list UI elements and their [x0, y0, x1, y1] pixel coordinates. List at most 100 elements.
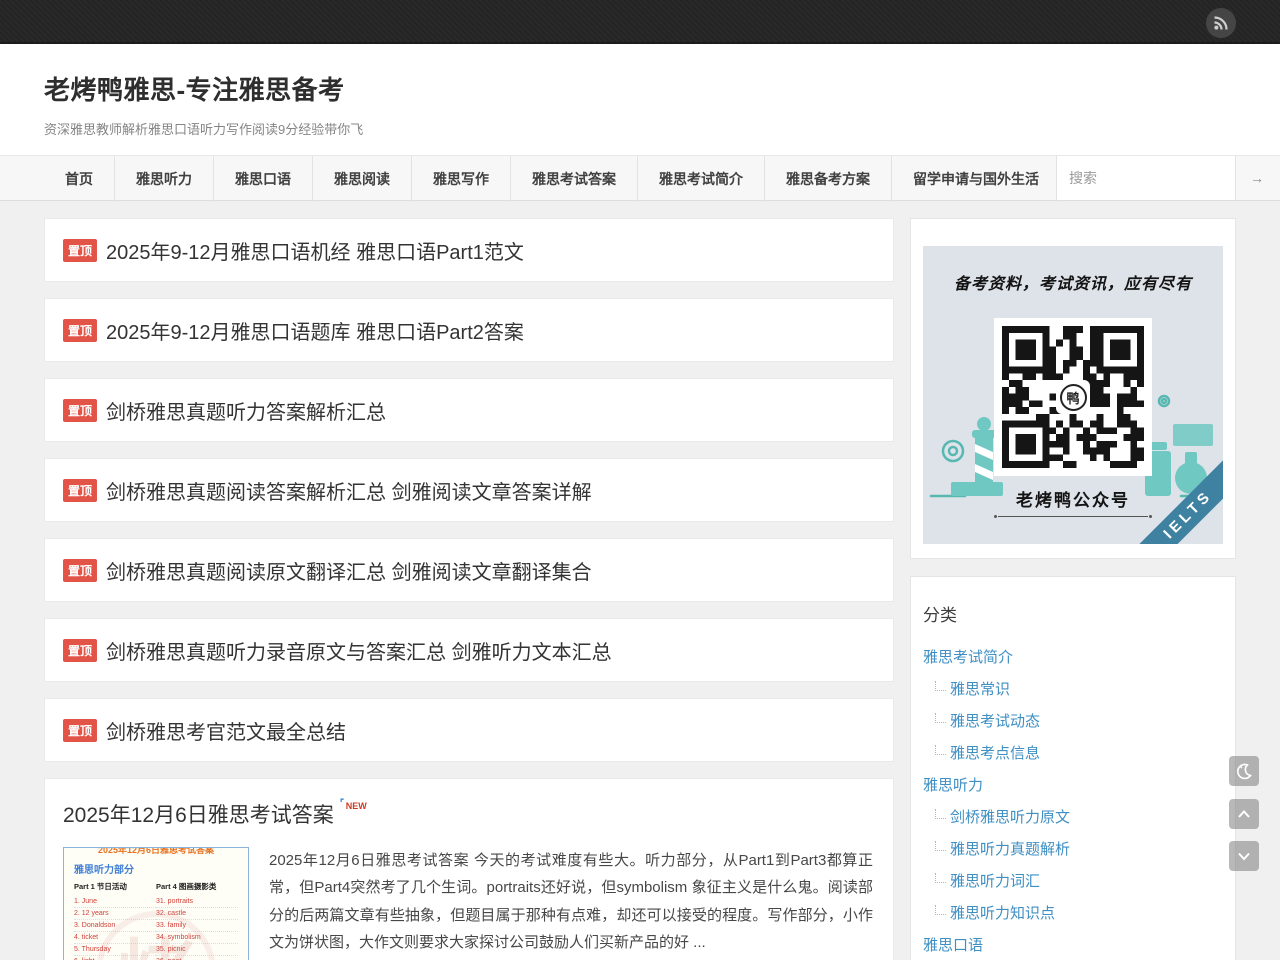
pinned-badge: 置顶 — [63, 319, 97, 342]
tree-connector-icon — [935, 745, 946, 755]
moon-stars-icon — [1234, 761, 1254, 781]
category-link[interactable]: 剑桥雅思听力原文 — [923, 802, 1223, 834]
answer-row: 32. castle — [156, 908, 238, 920]
post-title-link[interactable]: 剑桥雅思真题听力录音原文与答案汇总 剑雅听力文本汇总 — [106, 636, 612, 665]
category-label: 雅思听力真题解析 — [950, 841, 1070, 858]
thumbnail-col2-answers: 31. portraits32. castle33. family34. sym… — [156, 896, 238, 960]
answer-row: 6. light — [74, 956, 156, 960]
post-title-link[interactable]: 2025年9-12月雅思口语机经 雅思口语Part1范文 — [106, 236, 524, 265]
tree-connector-icon — [935, 809, 946, 819]
qr-widget: 备考资料，考试资讯，应有尽有 鸭 老烤鸭公众号 IELTS — [910, 218, 1236, 559]
page: 老烤鸭雅思-专注雅思备考 资深雅思教师解析雅思口语听力写作阅读9分经验带你飞 首… — [0, 0, 1280, 960]
post-title-link[interactable]: 剑桥雅思真题阅读答案解析汇总 剑雅阅读文章答案详解 — [106, 476, 592, 505]
category-link[interactable]: 雅思考点信息 — [923, 738, 1223, 770]
search-input[interactable] — [1069, 170, 1250, 186]
site-title[interactable]: 老烤鸭雅思-专注雅思备考 — [44, 44, 1236, 107]
nav-menu-item-label: 雅思口语 — [235, 169, 291, 189]
category-link[interactable]: 雅思听力知识点 — [923, 898, 1223, 930]
qr-center-logo: 鸭 — [1056, 380, 1090, 414]
nav-menu-item[interactable]: 雅思考试答案 — [511, 156, 638, 202]
nav-menu-item[interactable]: 留学申请与国外生活 — [892, 156, 1061, 202]
post-title-link[interactable]: 剑桥雅思考官范文最全总结 — [106, 716, 346, 745]
post-list: 置顶 2025年9-12月雅思口语机经 雅思口语Part1范文 置顶 2025年… — [44, 218, 894, 960]
post-title-link[interactable]: 剑桥雅思真题阅读原文翻译汇总 剑雅阅读文章翻译集合 — [106, 556, 592, 585]
site-subtitle: 资深雅思教师解析雅思口语听力写作阅读9分经验带你飞 — [44, 119, 1236, 138]
answer-row: 33. family — [156, 920, 238, 932]
answer-row: 34. symbolism — [156, 932, 238, 944]
pinned-badge: 置顶 — [63, 479, 97, 502]
category-label: 雅思常识 — [950, 681, 1010, 698]
thumbnail-col2-header: Part 4 图画摄影类 — [156, 881, 238, 892]
answer-row: 31. portraits — [156, 896, 238, 908]
category-link[interactable]: 雅思听力词汇 — [923, 866, 1223, 898]
category-label: 雅思听力知识点 — [950, 905, 1055, 922]
pinned-badge: 置顶 — [63, 719, 97, 742]
site-header: 老烤鸭雅思-专注雅思备考 资深雅思教师解析雅思口语听力写作阅读9分经验带你飞 — [0, 44, 1280, 155]
category-label: 雅思口语 — [923, 937, 983, 954]
category-link[interactable]: 雅思口语 — [923, 930, 1223, 960]
answer-row: 4. ticket — [74, 932, 156, 944]
nav-menu-item-label: 雅思阅读 — [334, 169, 390, 189]
categories-heading: 分类 — [923, 601, 1223, 626]
pinned-badge: 置顶 — [63, 239, 97, 262]
nav-menu-item[interactable]: 雅思口语 — [214, 156, 313, 202]
pinned-badge: 置顶 — [63, 639, 97, 662]
nav-menu-item-label: 留学申请与国外生活 — [913, 169, 1039, 189]
post-title-link[interactable]: 2025年9-12月雅思口语题库 雅思口语Part2答案 — [106, 316, 524, 345]
qr-slogan-text: 备考资料，考试资讯，应有尽有 — [923, 270, 1223, 294]
nav-menu-item-label: 雅思听力 — [136, 169, 192, 189]
post-title-link[interactable]: 剑桥雅思真题听力答案解析汇总 — [106, 396, 386, 425]
night-mode-button[interactable] — [1229, 756, 1259, 786]
qr-code: 鸭 — [994, 318, 1152, 476]
category-label: 雅思考试简介 — [923, 649, 1013, 666]
nav-menu-item[interactable]: 雅思写作 — [412, 156, 511, 202]
chevron-up-icon — [1235, 805, 1253, 823]
duck-logo-icon: 鸭 — [1060, 384, 1087, 411]
tree-connector-icon — [935, 681, 946, 691]
nav-menu-item[interactable]: 雅思备考方案 — [765, 156, 892, 202]
category-label: 剑桥雅思听力原文 — [950, 809, 1070, 826]
post-title-link[interactable]: 2025年12月6日雅思考试答案 — [63, 799, 334, 829]
category-label: 雅思考试动态 — [950, 713, 1040, 730]
content-area: 置顶 2025年9-12月雅思口语机经 雅思口语Part1范文 置顶 2025年… — [44, 201, 1236, 960]
pinned-post-card: 置顶 2025年9-12月雅思口语机经 雅思口语Part1范文 — [44, 218, 894, 282]
categories-widget: 分类 雅思考试简介 雅思常识 雅思考试动态 — [910, 576, 1236, 960]
category-link[interactable]: 雅思听力 — [923, 770, 1223, 802]
thumbnail-section-title: 雅思听力部分 — [74, 861, 238, 876]
answer-row: 1. June — [74, 896, 156, 908]
answer-row: 35. picnic — [156, 944, 238, 956]
new-icon: NEW — [340, 801, 367, 811]
answer-row: 2. 12 years — [74, 908, 156, 920]
nav-menu-item-label: 首页 — [65, 169, 93, 189]
pinned-post-card: 置顶 剑桥雅思真题阅读答案解析汇总 剑雅阅读文章答案详解 — [44, 458, 894, 522]
rss-icon[interactable] — [1206, 8, 1236, 38]
nav-menu-item-label: 雅思写作 — [433, 169, 489, 189]
category-link[interactable]: 雅思常识 — [923, 674, 1223, 706]
category-link[interactable]: 雅思考试简介 — [923, 642, 1223, 674]
categories-list: 雅思考试简介 雅思常识 雅思考试动态 雅思考点信息 — [923, 642, 1223, 960]
pinned-post-card: 置顶 剑桥雅思考官范文最全总结 — [44, 698, 894, 762]
nav-menu-item[interactable]: 雅思阅读 — [313, 156, 412, 202]
nav-menu-item[interactable]: 雅思考试简介 — [638, 156, 765, 202]
search-submit-arrow[interactable]: → — [1250, 170, 1264, 186]
latest-post-card: 2025年12月6日雅思考试答案 NEW 2025年12月6日雅思考试答案 雅思… — [44, 778, 894, 960]
category-link[interactable]: 雅思听力真题解析 — [923, 834, 1223, 866]
pinned-post-card: 置顶 2025年9-12月雅思口语题库 雅思口语Part2答案 — [44, 298, 894, 362]
post-excerpt: 2025年12月6日雅思考试答案 今天的考试难度有些大。听力部分，从Part1到… — [269, 847, 873, 956]
nav-menu-item-label: 雅思考试答案 — [532, 169, 616, 189]
pinned-post-card: 置顶 剑桥雅思真题听力录音原文与答案汇总 剑雅听力文本汇总 — [44, 618, 894, 682]
nav-menu-item[interactable]: 首页 — [44, 156, 115, 202]
scroll-to-top-button[interactable] — [1229, 799, 1259, 829]
answer-row: 5. Thursday — [74, 944, 156, 956]
category-link[interactable]: 雅思考试动态 — [923, 706, 1223, 738]
category-label: 雅思听力 — [923, 777, 983, 794]
post-thumbnail-image[interactable]: 2025年12月6日雅思考试答案 雅思听力部分 Part 1 节日活动 1. J… — [63, 847, 249, 960]
pinned-post-card: 置顶 剑桥雅思真题听力答案解析汇总 — [44, 378, 894, 442]
nav-menu-item[interactable]: 雅思听力 — [115, 156, 214, 202]
wechat-qr-image[interactable]: 备考资料，考试资讯，应有尽有 鸭 老烤鸭公众号 IELTS — [923, 246, 1223, 544]
tree-connector-icon — [935, 873, 946, 883]
scroll-to-bottom-button[interactable] — [1229, 841, 1259, 871]
answer-row: 3. Donaldson — [74, 920, 156, 932]
nav-menu-item-label: 雅思考试简介 — [659, 169, 743, 189]
thumbnail-col1-answers: 1. June2. 12 years3. Donaldson4. ticket5… — [74, 896, 156, 960]
